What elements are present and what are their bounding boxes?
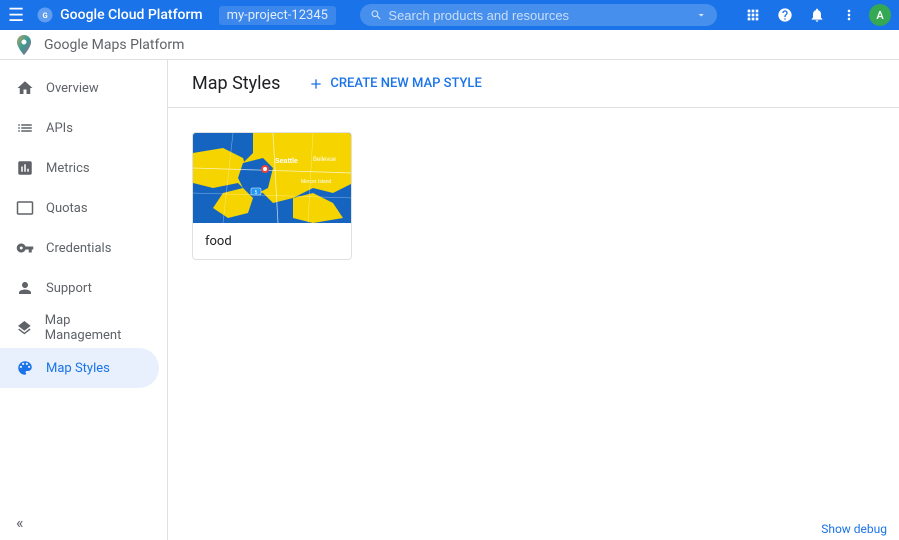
search-input[interactable] (388, 8, 688, 23)
menu-icon[interactable]: ☰ (8, 5, 24, 26)
list-icon (16, 119, 34, 137)
project-selector[interactable]: my-project-12345 (219, 6, 336, 25)
header-logo: G Google Cloud Platform (36, 6, 202, 24)
page-title: Map Styles (192, 73, 280, 94)
header-title: Google Cloud Platform (60, 7, 202, 23)
add-icon (308, 76, 324, 92)
help-icon[interactable] (773, 3, 797, 27)
cloud-logo-icon: G (36, 6, 54, 24)
debug-label: Show debug (821, 522, 887, 536)
search-dropdown-icon (695, 8, 707, 22)
notifications-icon[interactable] (805, 3, 829, 27)
svg-text:G: G (43, 11, 48, 20)
svg-text:Seattle: Seattle (275, 158, 298, 165)
metrics-icon (16, 159, 34, 177)
map-style-card-food[interactable]: Seattle Bellevue Mercer Island 5 food (192, 132, 352, 260)
key-icon (16, 239, 34, 257)
header-actions: A (741, 3, 891, 27)
main-content: Map Styles CREATE NEW MAP STYLE (168, 60, 899, 540)
debug-bar[interactable]: Show debug (809, 518, 899, 540)
sidebar-overview-label: Overview (46, 81, 99, 96)
sidebar-item-apis[interactable]: APIs (0, 108, 159, 148)
sidebar-support-label: Support (46, 281, 92, 296)
grid-apps-icon[interactable] (741, 3, 765, 27)
svg-text:Bellevue: Bellevue (313, 157, 337, 163)
svg-text:Mercer Island: Mercer Island (301, 179, 332, 185)
create-button-label: CREATE NEW MAP STYLE (330, 76, 481, 91)
sidebar-quotas-label: Quotas (46, 201, 88, 216)
sidebar-map-management-label: Map Management (45, 313, 143, 343)
collapse-icon: « (16, 513, 24, 532)
sidebar-credentials-label: Credentials (46, 241, 111, 256)
sidebar-item-metrics[interactable]: Metrics (0, 148, 159, 188)
layers-icon (16, 319, 33, 337)
create-new-map-style-button[interactable]: CREATE NEW MAP STYLE (296, 70, 493, 98)
search-icon (370, 8, 382, 22)
svg-text:5: 5 (255, 190, 258, 196)
map-preview-food: Seattle Bellevue Mercer Island 5 (193, 133, 352, 223)
brand-name: Google Maps Platform (44, 37, 184, 53)
sidebar-metrics-label: Metrics (46, 161, 90, 176)
support-icon (16, 279, 34, 297)
maps-brand-icon (12, 33, 36, 57)
sidebar-map-styles-label: Map Styles (46, 361, 110, 376)
more-options-icon[interactable] (837, 3, 861, 27)
sidebar-apis-label: APIs (46, 121, 73, 136)
sidebar: Overview APIs Metrics Quotas Credentials… (0, 60, 168, 540)
map-preview-svg: Seattle Bellevue Mercer Island 5 (193, 133, 352, 223)
page-header: Map Styles CREATE NEW MAP STYLE (168, 60, 899, 108)
sidebar-collapse[interactable]: « (0, 505, 167, 540)
brand-bar: Google Maps Platform (0, 30, 899, 60)
sidebar-item-quotas[interactable]: Quotas (0, 188, 159, 228)
sidebar-item-map-styles[interactable]: Map Styles (0, 348, 159, 388)
sidebar-item-overview[interactable]: Overview (0, 68, 159, 108)
sidebar-item-credentials[interactable]: Credentials (0, 228, 159, 268)
home-icon (16, 79, 34, 97)
sidebar-item-map-management[interactable]: Map Management (0, 308, 159, 348)
sidebar-item-support[interactable]: Support (0, 268, 159, 308)
user-avatar[interactable]: A (869, 4, 891, 26)
palette-icon (16, 359, 34, 377)
main-layout: Overview APIs Metrics Quotas Credentials… (0, 60, 899, 540)
top-header: ☰ G Google Cloud Platform my-project-123… (0, 0, 899, 30)
map-card-label: food (193, 223, 351, 259)
quotas-icon (16, 199, 34, 217)
map-card-name: food (205, 234, 232, 249)
map-cards-container: Seattle Bellevue Mercer Island 5 food (168, 108, 899, 284)
search-bar[interactable] (360, 4, 717, 26)
